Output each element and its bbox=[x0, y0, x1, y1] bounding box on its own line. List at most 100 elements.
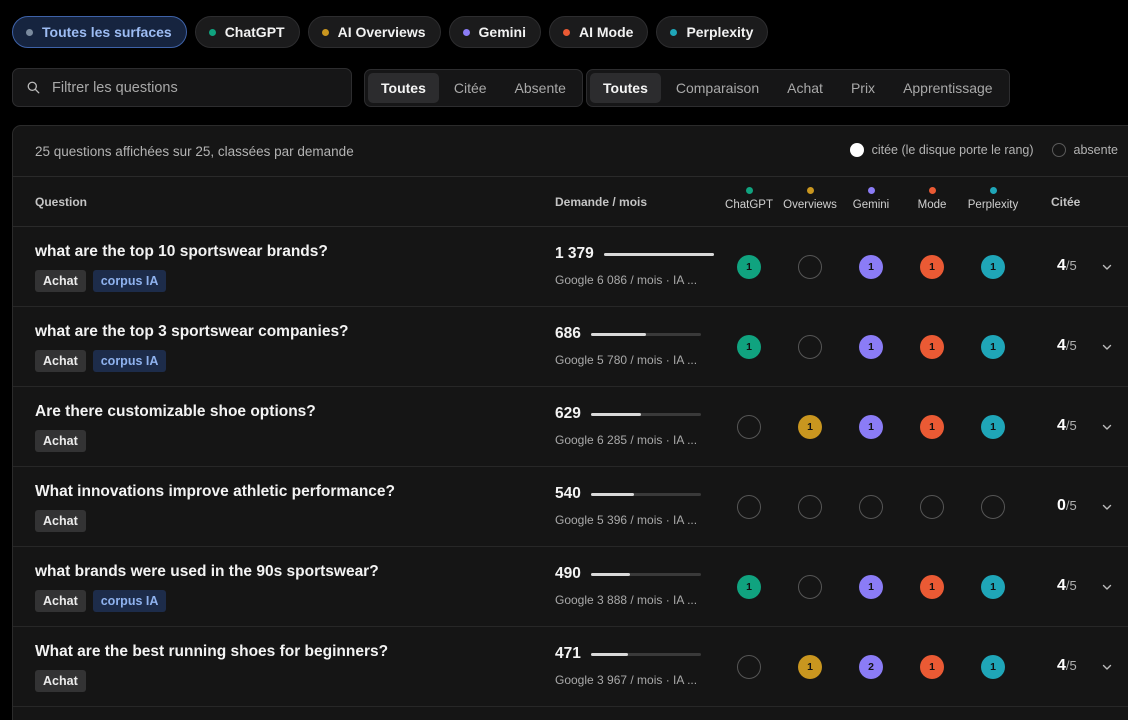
column-label: Overviews bbox=[783, 199, 837, 211]
demand-cell: 629 bbox=[555, 405, 701, 423]
rank-disc-chatgpt bbox=[737, 495, 761, 519]
demand-detail: Google 5 780 / mois · IA ... bbox=[555, 353, 698, 367]
chevron-down-icon[interactable] bbox=[1101, 340, 1113, 352]
surface-pill-ai-overviews[interactable]: AI Overviews bbox=[307, 16, 441, 48]
rank-disc-gemini: 1 bbox=[859, 255, 883, 279]
demand-bar-fill bbox=[590, 492, 634, 496]
tag-achat: Achat bbox=[35, 590, 86, 612]
search-input[interactable] bbox=[52, 79, 312, 96]
demand-detail: Google 6 285 / mois · IA ... bbox=[555, 433, 698, 447]
tag-achat: Achat bbox=[35, 670, 86, 692]
rank-disc-chatgpt: 1 bbox=[737, 335, 761, 359]
table-row[interactable]: what are the top 10 sportswear brands? Ac… bbox=[13, 227, 1128, 307]
citation-option-absente[interactable]: Absente bbox=[502, 73, 579, 103]
demand-bar bbox=[590, 652, 701, 656]
surface-pill-label: Perplexity bbox=[686, 24, 754, 40]
tag-list: Achat bbox=[35, 430, 86, 452]
intent-option-comparaison[interactable]: Comparaison bbox=[663, 73, 772, 103]
intent-option-prix[interactable]: Prix bbox=[838, 73, 888, 103]
rank-disc-perplexity bbox=[981, 495, 1005, 519]
surface-pill-gemini[interactable]: Gemini bbox=[448, 16, 541, 48]
tag-list: Achat corpus IA bbox=[35, 270, 167, 292]
rank-disc-gemini: 1 bbox=[859, 415, 883, 439]
surface-pill-perplexity[interactable]: Perplexity bbox=[656, 16, 769, 48]
surface-dot-icon bbox=[321, 28, 329, 36]
cited-score: 0/5 bbox=[1057, 497, 1077, 515]
rank-disc-perplexity: 1 bbox=[981, 335, 1005, 359]
citation-option-toutes[interactable]: Toutes bbox=[368, 73, 439, 103]
surface-pill-toutes-les-surfaces[interactable]: Toutes les surfaces bbox=[12, 16, 187, 48]
chevron-down-icon[interactable] bbox=[1101, 580, 1113, 592]
demand-value: 471 bbox=[555, 645, 581, 662]
table-row[interactable]: What innovations improve athletic perfor… bbox=[13, 467, 1128, 547]
demand-cell: 1 379 bbox=[555, 245, 714, 263]
table-row[interactable]: what brands were used in the 90s sportsw… bbox=[13, 547, 1128, 627]
citation-filter: Toutes Citée Absente bbox=[364, 69, 583, 107]
column-label: ChatGPT bbox=[725, 199, 773, 211]
tag-corpus-ia: corpus IA bbox=[92, 350, 167, 372]
cited-count: 4 bbox=[1057, 417, 1066, 434]
table-row[interactable]: what are the top 3 sportswear companies?… bbox=[13, 307, 1128, 387]
column-label: Mode bbox=[917, 199, 947, 211]
column-overviews: Overviews bbox=[775, 187, 845, 211]
cited-score: 4/5 bbox=[1057, 417, 1077, 435]
demand-cell: 471 bbox=[555, 645, 701, 663]
demand-value: 1 379 bbox=[555, 245, 594, 262]
chevron-down-icon[interactable] bbox=[1101, 500, 1113, 512]
intent-option-toutes[interactable]: Toutes bbox=[590, 73, 661, 103]
rank-disc-mode: 1 bbox=[920, 335, 944, 359]
demand-value: 490 bbox=[555, 565, 581, 582]
surface-dot-icon bbox=[562, 28, 570, 36]
cited-count: 0 bbox=[1057, 497, 1066, 514]
rank-disc-perplexity: 1 bbox=[981, 655, 1005, 679]
chevron-down-icon[interactable] bbox=[1101, 260, 1113, 272]
rank-disc-overviews: 1 bbox=[798, 415, 822, 439]
table-summary: 25 questions affichées sur 25, classées … bbox=[13, 126, 1128, 177]
surface-dot-icon bbox=[989, 187, 997, 194]
cited-total: /5 bbox=[1065, 578, 1077, 593]
demand-bar-fill bbox=[590, 332, 646, 336]
legend: citée (le disque porte le rang) absente bbox=[849, 143, 1118, 157]
surface-pill-label: ChatGPT bbox=[224, 24, 285, 40]
demand-bar bbox=[590, 332, 701, 336]
rank-disc-overviews: 1 bbox=[798, 655, 822, 679]
chevron-down-icon[interactable] bbox=[1101, 660, 1113, 672]
chevron-down-icon[interactable] bbox=[1101, 420, 1113, 432]
demand-bar bbox=[590, 572, 701, 576]
column-cited: Citée bbox=[1051, 195, 1081, 209]
cited-count: 4 bbox=[1057, 577, 1066, 594]
rank-disc-mode: 1 bbox=[920, 255, 944, 279]
table-row[interactable]: What are the best running shoes for begi… bbox=[13, 627, 1128, 707]
questions-table: 25 questions affichées sur 25, classées … bbox=[12, 125, 1128, 720]
question-text: What are the best running shoes for begi… bbox=[35, 643, 389, 660]
surface-pill-label: AI Mode bbox=[578, 24, 634, 40]
surface-dot-icon bbox=[745, 187, 753, 194]
surface-pill-chatgpt[interactable]: ChatGPT bbox=[194, 16, 300, 48]
demand-value: 629 bbox=[555, 405, 581, 422]
cited-total: /5 bbox=[1065, 418, 1077, 433]
citation-option-cit-e[interactable]: Citée bbox=[441, 73, 500, 103]
rank-disc-mode: 1 bbox=[920, 575, 944, 599]
demand-cell: 540 bbox=[555, 485, 701, 503]
intent-option-achat[interactable]: Achat bbox=[774, 73, 836, 103]
intent-option-apprentissage[interactable]: Apprentissage bbox=[890, 73, 1006, 103]
column-question: Question bbox=[35, 195, 88, 209]
column-gemini: Gemini bbox=[836, 187, 906, 211]
table-row[interactable]: Are there customizable shoe options? Acha… bbox=[13, 387, 1128, 467]
demand-bar bbox=[590, 412, 701, 416]
demand-bar-fill bbox=[590, 652, 629, 656]
surface-pill-label: Toutes les surfaces bbox=[42, 24, 172, 40]
cited-score: 4/5 bbox=[1057, 257, 1077, 275]
surface-pill-ai-mode[interactable]: AI Mode bbox=[548, 16, 649, 48]
demand-bar-fill bbox=[590, 572, 631, 576]
rank-disc-mode: 1 bbox=[920, 655, 944, 679]
demand-value: 540 bbox=[555, 485, 581, 502]
rank-disc-perplexity: 1 bbox=[981, 255, 1005, 279]
rank-disc-mode: 1 bbox=[920, 415, 944, 439]
rank-disc-overviews bbox=[798, 495, 822, 519]
column-mode: Mode bbox=[897, 187, 967, 211]
rank-disc-perplexity: 1 bbox=[981, 415, 1005, 439]
search-box[interactable] bbox=[12, 68, 352, 107]
column-label: Perplexity bbox=[967, 199, 1019, 211]
demand-cell: 686 bbox=[555, 325, 701, 343]
